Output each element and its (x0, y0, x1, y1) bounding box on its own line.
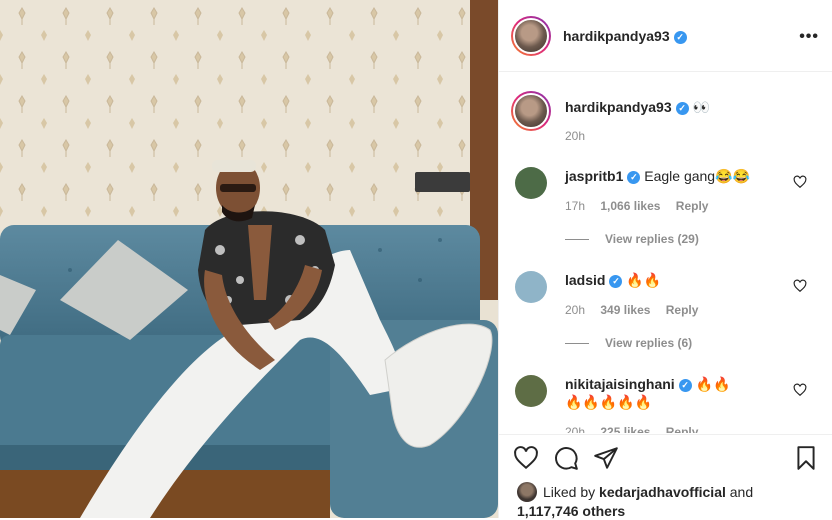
more-options-icon[interactable]: ••• (799, 28, 819, 46)
author-username-link[interactable]: hardikpandya93 ✓ (563, 28, 687, 44)
verified-badge-icon: ✓ (673, 31, 687, 44)
comment-text: Eagle gang😂😂 (644, 168, 750, 184)
verified-badge-icon: ✓ (627, 171, 641, 184)
reply-button[interactable]: Reply (676, 199, 709, 213)
heart-icon[interactable] (513, 445, 539, 471)
divider-line (565, 239, 589, 241)
comment-item: jaspritb1 ✓ Eagle gang😂😂 17h 1,066 likes … (499, 165, 832, 246)
comment-likes[interactable]: 1,066 likes (600, 199, 660, 213)
liked-by-others[interactable]: 1,117,746 others (517, 503, 625, 519)
post-details-panel: hardikpandya93 ✓ ••• hardikpandya93 ✓ 👀 20… (498, 0, 832, 520)
bookmark-icon[interactable] (793, 445, 819, 471)
comment-text-row: jaspritb1 ✓ Eagle gang😂😂 (565, 167, 795, 185)
liked-by-avatar[interactable] (517, 482, 537, 502)
commenter-avatar[interactable] (515, 271, 547, 303)
instagram-post-modal: hardikpandya93 ✓ ••• hardikpandya93 ✓ 👀 20… (0, 0, 832, 520)
caption-text-row: hardikpandya93 ✓ 👀 (565, 98, 795, 116)
author-avatar[interactable] (511, 16, 551, 56)
liked-by-and: and (729, 484, 754, 500)
view-replies-label[interactable]: View replies (6) (605, 336, 692, 350)
comment-like-heart-icon[interactable] (793, 175, 807, 189)
commenter-avatar[interactable] (515, 375, 547, 407)
comment-time[interactable]: 20h (565, 425, 585, 433)
post-actions-bar: Liked by kedarjadhavofficial and 1,117,7… (499, 434, 832, 520)
author-username[interactable]: hardikpandya93 (563, 28, 670, 44)
liked-by-summary: Liked by kedarjadhavofficial and 1,117,7… (517, 482, 753, 520)
view-replies-button[interactable]: View replies (6) (565, 336, 692, 350)
comments-list[interactable]: hardikpandya93 ✓ 👀 20h jaspritb1 ✓ Eagle g… (499, 73, 832, 433)
comment-meta: 17h 1,066 likes Reply (565, 199, 720, 213)
comment-meta: 20h 349 likes Reply (565, 303, 710, 317)
post-photo-illustration (0, 0, 498, 518)
comment-item: ladsid ✓ 🔥🔥 20h 349 likes Reply View repl… (499, 269, 832, 350)
verified-badge-icon: ✓ (609, 275, 623, 288)
view-replies-label[interactable]: View replies (29) (605, 232, 699, 246)
verified-badge-icon: ✓ (678, 379, 692, 392)
comment-meta: 20h 225 likes Reply (565, 425, 710, 433)
comment-likes[interactable]: 225 likes (600, 425, 650, 433)
comment-username[interactable]: nikitajaisinghani (565, 376, 675, 392)
view-replies-button[interactable]: View replies (29) (565, 232, 699, 246)
comment-text: 🔥🔥 (626, 272, 662, 288)
caption-avatar[interactable] (511, 91, 551, 131)
comment-text-row: ladsid ✓ 🔥🔥 (565, 271, 795, 289)
comment-icon[interactable] (553, 445, 579, 471)
paper-plane-icon[interactable] (593, 445, 619, 471)
caption: hardikpandya93 ✓ 👀 20h (499, 91, 832, 151)
commenter-avatar[interactable] (515, 167, 547, 199)
comment-item: nikitajaisinghani ✓ 🔥🔥🔥🔥🔥🔥🔥 20h 225 likes… (499, 373, 832, 433)
caption-time[interactable]: 20h (565, 129, 585, 143)
reply-button[interactable]: Reply (666, 425, 699, 433)
post-header: hardikpandya93 ✓ ••• (499, 0, 832, 72)
comment-like-heart-icon[interactable] (793, 279, 807, 293)
reply-button[interactable]: Reply (666, 303, 699, 317)
comment-time[interactable]: 20h (565, 303, 585, 317)
comment-username[interactable]: ladsid (565, 272, 605, 288)
comment-likes[interactable]: 349 likes (600, 303, 650, 317)
caption-username[interactable]: hardikpandya93 (565, 99, 672, 115)
divider-line (565, 343, 589, 345)
liked-by-user[interactable]: kedarjadhavofficial (599, 484, 726, 500)
post-photo[interactable] (0, 0, 498, 518)
liked-by-prefix: Liked by (543, 484, 596, 500)
comment-text-row: nikitajaisinghani ✓ 🔥🔥🔥🔥🔥🔥🔥 (565, 375, 735, 411)
caption-text: 👀 (692, 99, 710, 115)
verified-badge-icon: ✓ (675, 102, 689, 115)
comment-username[interactable]: jaspritb1 (565, 168, 623, 184)
caption-meta: 20h (565, 129, 597, 143)
comment-like-heart-icon[interactable] (793, 383, 807, 397)
comment-time[interactable]: 17h (565, 199, 585, 213)
